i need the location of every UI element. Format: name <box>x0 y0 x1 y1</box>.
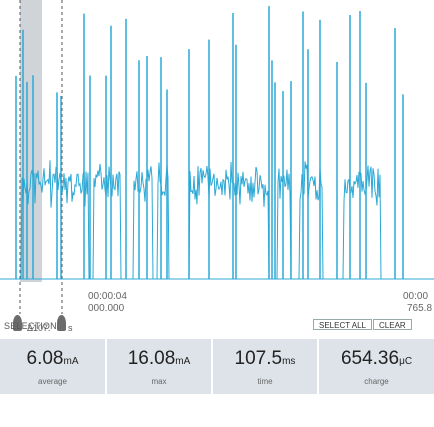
stat-charge-label: charge <box>364 377 389 386</box>
stat-average-value: 6.08mA <box>26 348 79 369</box>
cursor-right-subtime: 765.8 <box>407 303 433 314</box>
stat-time-label: time <box>257 377 273 386</box>
stat-time-value: 107.5ms <box>234 348 296 369</box>
stat-charge-value: 654.36μC <box>340 348 413 369</box>
current-trace-chart[interactable] <box>0 0 434 282</box>
clear-button[interactable]: CLEAR <box>373 319 412 330</box>
cursor-stems <box>19 282 63 314</box>
select-all-button[interactable]: SELECT ALL <box>313 319 372 330</box>
selection-heading: SELECTION <box>4 321 57 331</box>
stat-charge: 654.36μC charge <box>319 339 434 394</box>
current-trace <box>0 6 434 280</box>
stat-max-label: max <box>151 377 167 386</box>
stat-average-label: average <box>38 377 67 386</box>
delta-time-suffix: s <box>68 323 73 333</box>
cursor-right-time: 00:00 <box>403 291 429 302</box>
cursor-left-time: 00:00:04 <box>88 291 127 302</box>
trace-waveform <box>0 160 434 280</box>
cursor-left-subtime: 000.000 <box>88 303 125 314</box>
stat-max-value: 16.08mA <box>127 348 191 369</box>
stat-time: 107.5ms time <box>213 339 317 394</box>
stat-average: 6.08mA average <box>0 339 105 394</box>
cursor-handle-right-icon[interactable] <box>57 315 66 331</box>
stat-max: 16.08mA max <box>107 339 211 394</box>
trace-svg[interactable] <box>0 0 434 282</box>
